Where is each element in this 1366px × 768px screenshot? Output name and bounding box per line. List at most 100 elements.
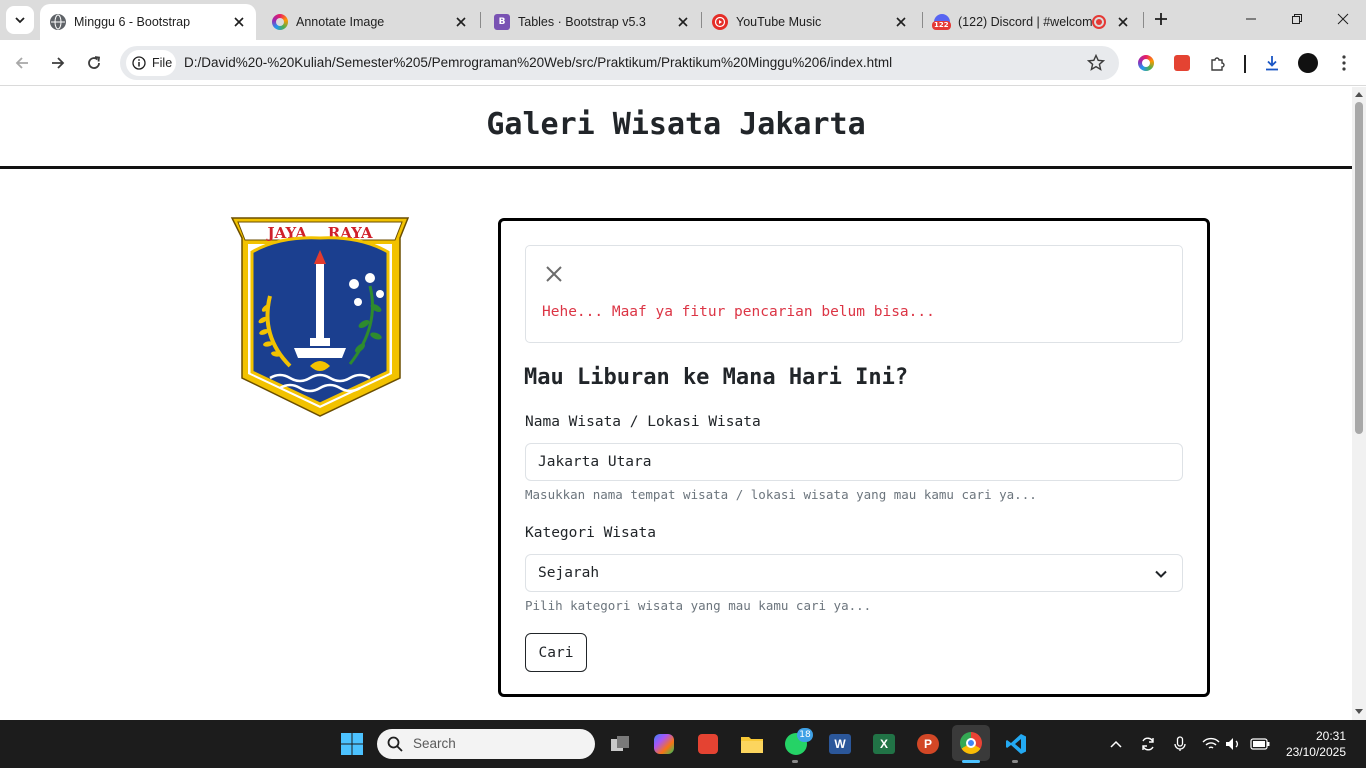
task-view-icon[interactable] — [606, 730, 634, 758]
restore-button[interactable] — [1285, 8, 1309, 30]
category-field-label: Kategori Wisata — [525, 525, 656, 541]
search-submit-button[interactable]: Cari — [525, 633, 587, 672]
bookmark-star-icon[interactable] — [1087, 54, 1105, 72]
browser-toolbar: File D:/David%20-%20Kuliah/Semester%205/… — [0, 40, 1366, 86]
tab-bootstrap-tables[interactable]: B Tables · Bootstrap v5.3 — [484, 4, 700, 40]
close-icon — [546, 266, 562, 282]
toolbar-divider — [1244, 55, 1246, 73]
powerpoint-icon[interactable]: P — [914, 730, 942, 758]
chrome-taskbar-button[interactable] — [952, 725, 990, 761]
copilot-icon[interactable] — [650, 730, 678, 758]
category-field-help: Pilih kategori wisata yang mau kamu cari… — [525, 598, 872, 613]
destination-name-input[interactable] — [526, 444, 1182, 480]
file-explorer-icon[interactable] — [738, 730, 766, 758]
page-viewport: Galeri Wisata Jakarta JAYA RAYA Hehe... … — [0, 87, 1352, 720]
chevron-down-icon — [15, 17, 25, 24]
recording-indicator-icon — [1092, 15, 1106, 29]
extension-annotate-icon[interactable] — [1136, 53, 1156, 73]
youtube-music-icon — [712, 14, 728, 30]
wifi-icon[interactable] — [1201, 734, 1221, 754]
taskbar-clock-time[interactable]: 20:31 — [1300, 729, 1346, 743]
windows-start-icon[interactable] — [338, 730, 366, 758]
address-bar[interactable]: File D:/David%20-%20Kuliah/Semester%205/… — [120, 46, 1119, 80]
bootstrap-icon: B — [494, 14, 510, 30]
annotate-icon — [272, 14, 288, 30]
excel-icon[interactable]: X — [870, 730, 898, 758]
tab-discord[interactable]: 122 (122) Discord | #welcom — [924, 4, 1140, 40]
arrow-right-icon — [52, 57, 65, 69]
tab-close-icon[interactable] — [1114, 13, 1132, 31]
chrome-active-indicator — [962, 760, 980, 763]
tab-title: Annotate Image — [296, 15, 385, 29]
form-heading: Mau Liburan ke Mana Hari Ini? — [524, 365, 909, 390]
extensions-puzzle-icon[interactable] — [1208, 53, 1228, 73]
sync-icon[interactable] — [1138, 734, 1158, 754]
browser-tab-strip: Minggu 6 - Bootstrap Annotate Image B Ta… — [0, 0, 1366, 40]
header-divider — [0, 166, 1352, 169]
plus-icon — [1155, 13, 1167, 25]
tab-close-icon[interactable] — [230, 13, 248, 31]
discord-badge: 122 — [932, 21, 951, 30]
tab-close-icon[interactable] — [892, 13, 910, 31]
extension-todoist-icon[interactable] — [1172, 53, 1192, 73]
page-title: Galeri Wisata Jakarta — [486, 107, 866, 142]
menu-kebab-icon[interactable] — [1334, 53, 1354, 73]
category-select[interactable]: Sejarah — [525, 554, 1183, 592]
windows-taskbar: Search 18 W X P 20:31 23/10/2025 — [0, 720, 1366, 768]
whatsapp-running-indicator — [792, 760, 798, 763]
tab-separator — [1143, 12, 1144, 28]
search-form-card: Hehe... Maaf ya fitur pencarian belum bi… — [498, 218, 1210, 697]
scrollbar-thumb[interactable] — [1355, 102, 1363, 434]
todoist-icon[interactable] — [694, 730, 722, 758]
scroll-down-arrow-icon[interactable] — [1355, 709, 1363, 714]
tab-title: Minggu 6 - Bootstrap — [74, 15, 191, 29]
reload-icon — [88, 56, 101, 69]
alert-close-button[interactable] — [542, 262, 566, 286]
globe-icon — [50, 14, 66, 30]
tab-title: Tables · Bootstrap v5.3 — [518, 15, 646, 29]
forward-button[interactable] — [46, 51, 70, 75]
name-field-label: Nama Wisata / Lokasi Wisata — [525, 414, 761, 430]
word-icon[interactable]: W — [826, 730, 854, 758]
profile-avatar[interactable] — [1298, 53, 1318, 73]
jakarta-emblem-logo: JAYA RAYA — [230, 217, 410, 417]
taskbar-search-box[interactable]: Search — [377, 729, 595, 759]
tab-annotate-image[interactable]: Annotate Image — [262, 4, 478, 40]
tab-close-icon[interactable] — [674, 13, 692, 31]
download-icon[interactable] — [1262, 53, 1282, 73]
minimize-icon — [1246, 18, 1256, 20]
reload-button[interactable] — [82, 51, 106, 75]
name-field-wrapper — [525, 443, 1183, 481]
site-info-chip[interactable]: File — [126, 50, 176, 76]
scheme-label: File — [152, 56, 173, 70]
alert-message: Hehe... Maaf ya fitur pencarian belum bi… — [542, 304, 935, 320]
search-icon — [387, 736, 403, 752]
tab-youtube-music[interactable]: YouTube Music — [702, 4, 918, 40]
volume-icon[interactable] — [1224, 734, 1244, 754]
info-icon — [132, 56, 146, 70]
tab-close-icon[interactable] — [452, 13, 470, 31]
tab-title: (122) Discord | #welcom — [958, 15, 1092, 29]
minimize-button[interactable] — [1239, 8, 1263, 30]
back-button[interactable] — [10, 51, 34, 75]
taskbar-search-placeholder: Search — [413, 736, 456, 751]
battery-icon[interactable] — [1250, 734, 1270, 754]
discord-icon: 122 — [932, 14, 951, 30]
taskbar-clock-date[interactable]: 23/10/2025 — [1280, 745, 1346, 759]
scroll-up-arrow-icon[interactable] — [1355, 92, 1363, 97]
tab-search-button[interactable] — [6, 6, 34, 34]
tab-separator — [480, 12, 481, 28]
page-scrollbar[interactable] — [1352, 87, 1366, 720]
chevron-up-icon[interactable] — [1106, 734, 1126, 754]
tab-title: YouTube Music — [736, 15, 822, 29]
tab-minggu-6[interactable]: Minggu 6 - Bootstrap — [40, 4, 256, 40]
new-tab-button[interactable] — [1150, 8, 1172, 30]
name-field-help: Masukkan nama tempat wisata / lokasi wis… — [525, 487, 1037, 502]
restore-icon — [1292, 14, 1302, 24]
vscode-icon[interactable] — [1002, 730, 1030, 758]
url-text: D:/David%20-%20Kuliah/Semester%205/Pemro… — [184, 55, 893, 70]
error-alert: Hehe... Maaf ya fitur pencarian belum bi… — [525, 245, 1183, 343]
chrome-icon — [960, 732, 982, 754]
window-close-button[interactable] — [1331, 8, 1355, 30]
microphone-icon[interactable] — [1170, 734, 1190, 754]
